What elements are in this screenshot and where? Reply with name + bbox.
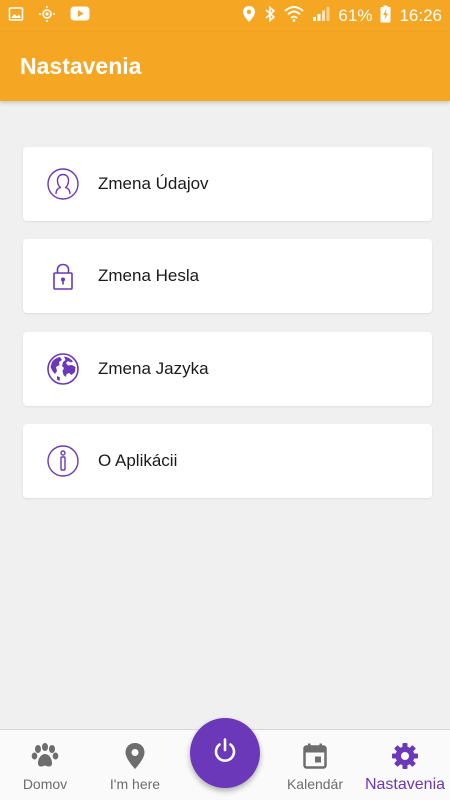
settings-list: Zmena Údajov Zmena Hesla Zmena Jazyka O … — [0, 101, 450, 729]
nav-label: Nastavenia — [364, 776, 446, 793]
settings-item-label: O Aplikácii — [98, 451, 178, 470]
nav-item-calendar[interactable]: Kalendár — [270, 730, 360, 800]
youtube-icon — [70, 6, 90, 26]
wifi-icon — [284, 5, 305, 27]
battery-percent: 61% — [338, 6, 373, 25]
power-icon — [211, 737, 239, 770]
status-left — [8, 5, 90, 28]
paw-icon — [31, 742, 59, 770]
brightness-icon — [38, 5, 56, 28]
settings-item-label: Zmena Hesla — [98, 266, 200, 285]
nav-label: Kalendár — [286, 776, 344, 792]
page-title: Nastavenia — [20, 53, 142, 79]
nav-label: I'm here — [109, 776, 161, 792]
user-icon — [47, 168, 79, 200]
location-icon — [242, 5, 256, 28]
settings-item-label: Zmena Jazyka — [98, 359, 209, 378]
settings-item-change-language[interactable]: Zmena Jazyka — [23, 332, 432, 406]
image-icon — [8, 6, 24, 27]
clock: 16:26 — [399, 6, 442, 25]
app-bar: Nastavenia — [0, 32, 450, 101]
nav-item-settings[interactable]: Nastavenia — [360, 730, 450, 800]
signal-icon — [312, 6, 330, 27]
settings-item-change-details[interactable]: Zmena Údajov — [23, 147, 432, 221]
status-bar: 61% 16:26 — [0, 0, 450, 32]
globe-icon — [47, 353, 79, 385]
info-icon — [47, 445, 79, 477]
power-button[interactable] — [190, 718, 260, 788]
settings-item-change-password[interactable]: Zmena Hesla — [23, 239, 432, 313]
settings-item-about-app[interactable]: O Aplikácii — [23, 424, 432, 498]
gear-icon — [391, 742, 419, 770]
calendar-icon — [303, 742, 327, 770]
battery-charging-icon — [380, 5, 391, 28]
nav-item-im-here[interactable]: I'm here — [90, 730, 180, 800]
bluetooth-icon — [264, 5, 276, 28]
location-pin-icon — [124, 742, 146, 770]
settings-item-label: Zmena Údajov — [98, 174, 209, 193]
nav-label: Domov — [22, 776, 68, 792]
status-right: 61% 16:26 — [242, 5, 442, 28]
nav-item-home[interactable]: Domov — [0, 730, 90, 800]
lock-icon — [47, 260, 79, 292]
